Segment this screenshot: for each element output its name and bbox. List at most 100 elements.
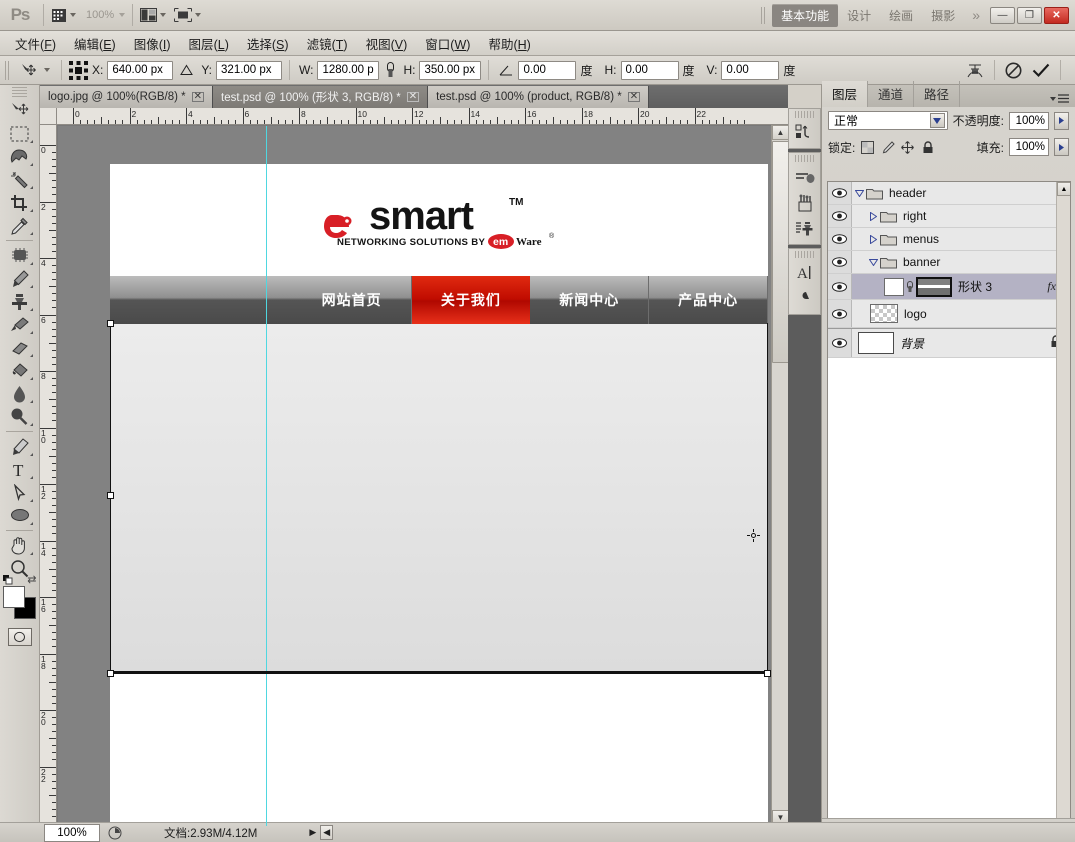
swap-colors-icon[interactable]: ⇄ bbox=[27, 573, 36, 586]
ellipse-shape-tool[interactable] bbox=[5, 504, 35, 527]
chevron-down-icon[interactable] bbox=[44, 68, 50, 72]
scroll-up-arrow[interactable]: ▲ bbox=[772, 125, 789, 140]
table-row[interactable]: right bbox=[828, 205, 1070, 228]
lock-image-icon[interactable] bbox=[880, 140, 895, 155]
document-canvas[interactable]: smart TM NETWORKING SOLUTIONS BY em Ware… bbox=[107, 164, 771, 826]
bridge-button[interactable] bbox=[47, 4, 80, 26]
table-row[interactable]: header bbox=[828, 182, 1070, 205]
layer-list-scrollbar[interactable]: ▲ ▼ bbox=[1056, 182, 1070, 842]
character-panel-icon[interactable]: A bbox=[791, 260, 818, 285]
drag-grip[interactable] bbox=[795, 155, 814, 162]
fx-icon[interactable]: fx bbox=[1047, 279, 1056, 294]
eyedropper-tool[interactable] bbox=[5, 214, 35, 237]
drag-grip[interactable] bbox=[5, 60, 10, 80]
clone-source-panel-icon[interactable] bbox=[791, 216, 818, 241]
horizontal-ruler[interactable]: 0 2 4 6 8 10 12 14 16 18 20 22 bbox=[40, 108, 788, 125]
eraser-tool[interactable] bbox=[5, 336, 35, 359]
status-collapse-arrow[interactable]: ◀ bbox=[320, 825, 334, 840]
expand-twisty-icon[interactable] bbox=[852, 189, 866, 197]
minimize-button[interactable]: — bbox=[990, 6, 1015, 24]
paragraph-panel-icon[interactable] bbox=[791, 286, 818, 311]
link-chain-icon[interactable] bbox=[904, 280, 916, 293]
layer-visibility-toggle[interactable] bbox=[828, 205, 852, 227]
zoom-level-dropdown[interactable]: 100% bbox=[80, 4, 129, 26]
layer-name[interactable]: 形状 3 bbox=[952, 278, 992, 295]
vertical-scroll-thumb[interactable] bbox=[772, 141, 789, 363]
doc-info-icon[interactable] bbox=[108, 826, 122, 840]
rotate-angle-input[interactable]: 0.00 bbox=[518, 60, 577, 80]
horizontal-type-tool[interactable]: T bbox=[5, 458, 35, 481]
status-expand-arrow[interactable]: ▶ bbox=[309, 827, 316, 838]
workspace-design[interactable]: 设计 bbox=[838, 4, 880, 27]
workspace-painting[interactable]: 绘画 bbox=[880, 4, 922, 27]
zoom-percent-input[interactable]: 100% bbox=[44, 823, 100, 842]
screen-mode-button[interactable] bbox=[170, 4, 205, 26]
hand-tool[interactable] bbox=[5, 534, 35, 557]
quick-mask-icon[interactable] bbox=[7, 628, 32, 646]
table-row[interactable]: logo bbox=[828, 300, 1070, 328]
layer-thumbnail[interactable] bbox=[858, 332, 894, 354]
layer-visibility-toggle[interactable] bbox=[828, 251, 852, 273]
link-chain-icon[interactable] bbox=[381, 62, 399, 78]
scroll-up-arrow[interactable]: ▲ bbox=[1057, 182, 1070, 196]
cancel-transform-icon[interactable] bbox=[1005, 62, 1022, 79]
layer-name[interactable]: header bbox=[883, 186, 926, 200]
canvas-viewport[interactable]: smart TM NETWORKING SOLUTIONS BY em Ware… bbox=[58, 126, 771, 826]
gradient-tool[interactable] bbox=[5, 359, 35, 382]
clone-stamp-tool[interactable] bbox=[5, 290, 35, 313]
banner-shape-layer[interactable] bbox=[110, 324, 768, 674]
nav-item-home[interactable]: 网站首页 bbox=[293, 276, 412, 324]
lock-all-icon[interactable] bbox=[920, 140, 935, 155]
menu-view[interactable]: 视图(V) bbox=[357, 31, 417, 56]
canvas-vertical-scrollbar[interactable]: ▲ ▼ bbox=[771, 125, 789, 825]
history-panel-icon[interactable] bbox=[791, 120, 818, 145]
menu-window[interactable]: 窗口(W) bbox=[416, 31, 479, 56]
default-colors-icon[interactable] bbox=[2, 574, 13, 585]
lasso-tool[interactable] bbox=[5, 145, 35, 168]
arrange-documents-button[interactable] bbox=[136, 4, 170, 26]
drag-grip[interactable] bbox=[761, 6, 767, 24]
history-brush-tool[interactable] bbox=[5, 313, 35, 336]
expand-twisty-icon[interactable] bbox=[866, 211, 880, 221]
vertical-ruler[interactable]: 0 2 4 6 8 10 12 14 16 18 20 22 bbox=[40, 125, 57, 825]
drag-grip[interactable] bbox=[795, 251, 814, 258]
expand-twisty-icon[interactable] bbox=[866, 234, 880, 244]
drag-grip[interactable] bbox=[795, 111, 814, 118]
fill-input[interactable]: 100% bbox=[1009, 138, 1049, 156]
table-row[interactable]: 背景 bbox=[828, 328, 1070, 358]
layer-visibility-toggle[interactable] bbox=[828, 300, 852, 327]
menu-layer[interactable]: 图层(L) bbox=[180, 31, 238, 56]
table-row[interactable]: 形状 3 fx bbox=[828, 274, 1070, 300]
menu-help[interactable]: 帮助(H) bbox=[479, 31, 539, 56]
reference-point-grid-icon[interactable] bbox=[69, 60, 88, 80]
layer-name[interactable]: 背景 bbox=[894, 335, 924, 352]
close-button[interactable]: ✕ bbox=[1044, 6, 1069, 24]
expand-twisty-icon[interactable] bbox=[866, 258, 880, 266]
lock-transparency-icon[interactable] bbox=[860, 140, 875, 155]
layer-name[interactable]: menus bbox=[897, 232, 939, 246]
layer-name[interactable]: banner bbox=[897, 255, 940, 269]
move-tool-icon[interactable] bbox=[16, 62, 42, 78]
quick-selection-tool[interactable] bbox=[5, 168, 35, 191]
layer-name[interactable]: right bbox=[897, 209, 926, 223]
menu-filter[interactable]: 滤镜(T) bbox=[298, 31, 357, 56]
layer-thumbnail[interactable] bbox=[884, 277, 904, 296]
spot-healing-brush-tool[interactable] bbox=[5, 244, 35, 267]
rectangular-marquee-tool[interactable] bbox=[5, 122, 35, 145]
brushes-panel-icon[interactable] bbox=[791, 190, 818, 215]
color-panel-icon[interactable] bbox=[791, 164, 818, 189]
nav-item-news[interactable]: 新闻中心 bbox=[530, 276, 650, 324]
layer-visibility-toggle[interactable] bbox=[828, 274, 852, 299]
y-input[interactable]: 321.00 px bbox=[216, 60, 283, 80]
warp-mode-icon[interactable] bbox=[966, 62, 984, 79]
document-tab-logo[interactable]: logo.jpg @ 100%(RGB/8) * ✕ bbox=[40, 86, 213, 108]
menu-select[interactable]: 选择(S) bbox=[238, 31, 298, 56]
tab-layers[interactable]: 图层 bbox=[822, 81, 869, 107]
h-input[interactable]: 350.00 px bbox=[419, 60, 482, 80]
menu-edit[interactable]: 编辑(E) bbox=[65, 31, 125, 56]
menu-image[interactable]: 图像(I) bbox=[125, 31, 180, 56]
path-selection-tool[interactable] bbox=[5, 481, 35, 504]
delta-triangle-icon[interactable] bbox=[175, 64, 197, 76]
layer-list[interactable]: header right menus banner 形状 3 fx logo 背… bbox=[827, 181, 1071, 842]
tab-paths[interactable]: 路径 bbox=[914, 81, 961, 107]
